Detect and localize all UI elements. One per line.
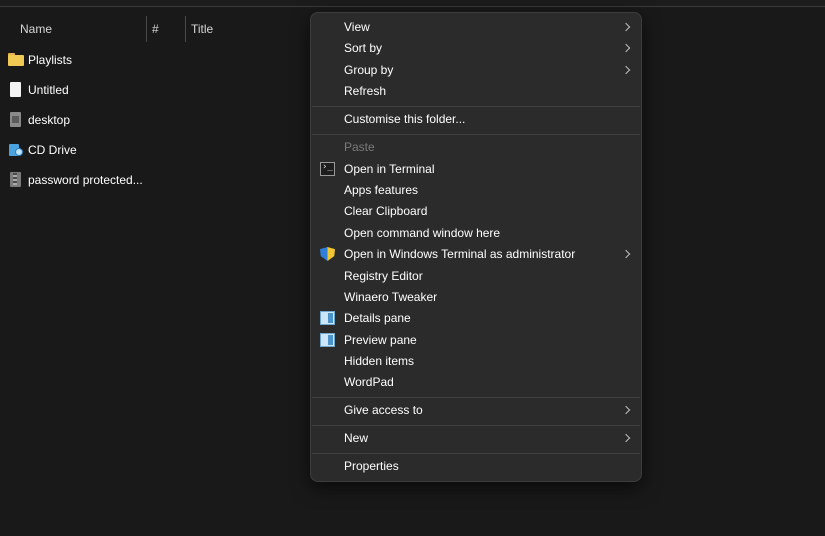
menu-item-label: Customise this folder... xyxy=(344,112,466,126)
column-divider[interactable] xyxy=(146,16,147,42)
menu-item-view[interactable]: View xyxy=(311,17,641,38)
menu-item-paste: Paste xyxy=(311,137,641,158)
file-icon xyxy=(8,112,24,128)
menu-item-registry-editor[interactable]: Registry Editor xyxy=(311,266,641,287)
menu-item-apps-features[interactable]: Apps features xyxy=(311,180,641,201)
file-name: CD Drive xyxy=(28,143,77,157)
menu-item-label: View xyxy=(344,20,370,34)
menu-item-winaero-tweaker[interactable]: Winaero Tweaker xyxy=(311,287,641,308)
menu-item-label: Open in Terminal xyxy=(344,162,435,176)
menu-item-label: Winaero Tweaker xyxy=(344,290,438,304)
list-item[interactable]: Playlists xyxy=(0,45,300,75)
column-header-title[interactable]: Title xyxy=(191,16,213,42)
menu-item-properties[interactable]: Properties xyxy=(311,456,641,477)
menu-item-label: Details pane xyxy=(344,311,411,325)
menu-item-label: Apps features xyxy=(344,183,419,197)
list-item[interactable]: Untitled xyxy=(0,75,300,105)
menu-item-label: Registry Editor xyxy=(344,269,423,283)
list-item[interactable]: CD Drive xyxy=(0,135,300,165)
chevron-right-icon xyxy=(621,22,631,32)
menu-separator xyxy=(312,397,640,398)
menu-item-label: Preview pane xyxy=(344,333,417,347)
menu-item-label: Properties xyxy=(344,459,399,473)
menu-item-label: Sort by xyxy=(344,41,383,55)
menu-item-clear-clipboard[interactable]: Clear Clipboard xyxy=(311,201,641,222)
menu-separator xyxy=(312,106,640,107)
menu-item-hidden-items[interactable]: Hidden items xyxy=(311,351,641,372)
menu-item-label: Clear Clipboard xyxy=(344,204,428,218)
menu-item-label: Open command window here xyxy=(344,226,501,240)
chevron-right-icon xyxy=(621,249,631,259)
menu-item-group-by[interactable]: Group by xyxy=(311,60,641,81)
folder-icon xyxy=(8,52,24,68)
menu-separator xyxy=(312,425,640,426)
menu-item-label: Give access to xyxy=(344,403,423,417)
menu-item-label: Group by xyxy=(344,63,394,77)
menu-item-sort-by[interactable]: Sort by xyxy=(311,38,641,59)
file-name: password protected... xyxy=(28,173,143,187)
preview-pane-icon xyxy=(320,333,335,347)
menu-item-open-command-window[interactable]: Open command window here xyxy=(311,223,641,244)
chevron-right-icon xyxy=(621,65,631,75)
menu-item-label: Paste xyxy=(344,140,375,154)
column-header-number[interactable]: # xyxy=(152,16,159,42)
menu-item-open-in-terminal[interactable]: Open in Terminal xyxy=(311,159,641,180)
column-header-row: Name # Title xyxy=(0,16,310,42)
menu-item-label: Hidden items xyxy=(344,354,415,368)
menu-item-give-access-to[interactable]: Give access to xyxy=(311,400,641,421)
menu-item-label: New xyxy=(344,431,369,445)
context-menu: View Sort by Group by Refresh Customise … xyxy=(310,12,642,482)
menu-separator xyxy=(312,134,640,135)
menu-item-refresh[interactable]: Refresh xyxy=(311,81,641,102)
terminal-icon xyxy=(320,162,335,176)
menu-item-new[interactable]: New xyxy=(311,428,641,449)
column-header-name[interactable]: Name xyxy=(20,16,52,42)
menu-item-label: Open in Windows Terminal as administrato… xyxy=(344,247,576,261)
document-icon xyxy=(8,82,24,98)
list-item[interactable]: desktop xyxy=(0,105,300,135)
drive-icon xyxy=(8,142,24,158)
menu-item-preview-pane[interactable]: Preview pane xyxy=(311,330,641,351)
menu-item-label: Refresh xyxy=(344,84,387,98)
file-name: Playlists xyxy=(28,53,73,67)
menu-item-details-pane[interactable]: Details pane xyxy=(311,308,641,329)
chevron-right-icon xyxy=(621,405,631,415)
menu-separator xyxy=(312,453,640,454)
menu-item-wordpad[interactable]: WordPad xyxy=(311,372,641,393)
column-divider[interactable] xyxy=(185,16,186,42)
menu-item-label: WordPad xyxy=(344,375,394,389)
file-name: Untitled xyxy=(28,83,69,97)
list-item[interactable]: password protected... xyxy=(0,165,300,195)
file-name: desktop xyxy=(28,113,71,127)
chevron-right-icon xyxy=(621,433,631,443)
archive-icon xyxy=(8,172,24,188)
chevron-right-icon xyxy=(621,43,631,53)
menu-item-customise-folder[interactable]: Customise this folder... xyxy=(311,109,641,130)
details-pane-icon xyxy=(320,311,335,325)
uac-shield-icon xyxy=(320,247,335,261)
menu-item-open-windows-terminal-admin[interactable]: Open in Windows Terminal as administrato… xyxy=(311,244,641,265)
window-top-border xyxy=(0,0,825,7)
